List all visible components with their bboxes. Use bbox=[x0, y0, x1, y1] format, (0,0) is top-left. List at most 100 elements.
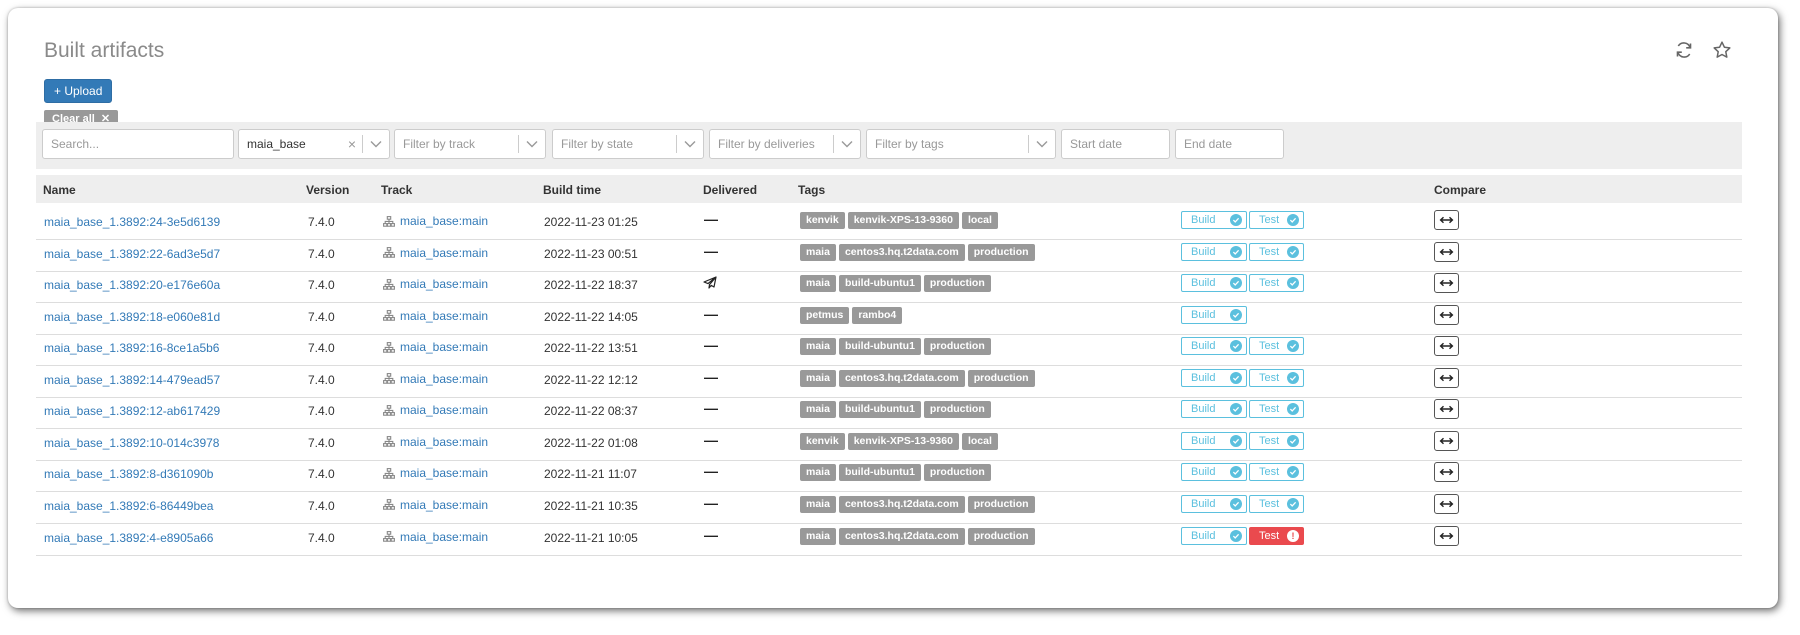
artifact-build-time: 2022-11-22 01:08 bbox=[544, 435, 638, 450]
compare-button[interactable] bbox=[1434, 493, 1459, 514]
check-circle-icon bbox=[1287, 245, 1299, 258]
artifact-name-link[interactable]: maia_base_1.3892:10-014c3978 bbox=[44, 436, 219, 450]
test-status-badge[interactable]: Test bbox=[1249, 274, 1304, 293]
project-select[interactable]: maia_base × bbox=[238, 129, 390, 159]
tag-badge: maia bbox=[800, 527, 836, 545]
test-status-badge[interactable]: Test bbox=[1249, 211, 1304, 229]
build-status-badge[interactable]: Build bbox=[1181, 305, 1247, 324]
build-status-label: Build bbox=[1191, 340, 1216, 353]
artifact-track: maia_base:main bbox=[383, 372, 488, 386]
delivered-status: — bbox=[704, 242, 718, 259]
track-link[interactable]: maia_base:main bbox=[400, 309, 488, 323]
compare-button[interactable] bbox=[1434, 399, 1459, 420]
track-link[interactable]: maia_base:main bbox=[400, 277, 488, 291]
test-status-badge[interactable]: Test bbox=[1249, 242, 1304, 261]
end-date-input[interactable]: End date bbox=[1175, 129, 1284, 159]
compare-button[interactable] bbox=[1434, 430, 1459, 451]
header-name[interactable]: Name bbox=[43, 183, 76, 197]
chevron-down-icon[interactable] bbox=[519, 140, 545, 148]
tag-badge: maia bbox=[800, 243, 836, 261]
test-status-label: Test bbox=[1259, 466, 1280, 479]
compare-button[interactable] bbox=[1434, 273, 1459, 294]
compare-button[interactable] bbox=[1434, 462, 1459, 483]
track-link[interactable]: maia_base:main bbox=[400, 466, 488, 480]
artifact-build-time: 2022-11-23 00:51 bbox=[544, 246, 638, 261]
artifact-name-link[interactable]: maia_base_1.3892:12-ab617429 bbox=[44, 404, 220, 418]
tags-filter-select[interactable]: Filter by tags bbox=[866, 129, 1056, 159]
artifact-name-link[interactable]: maia_base_1.3892:14-479ead57 bbox=[44, 373, 220, 387]
artifact-name-link[interactable]: maia_base_1.3892:24-3e5d6139 bbox=[44, 215, 220, 229]
compare-arrows-icon bbox=[1439, 248, 1454, 256]
build-status-badge[interactable]: Build bbox=[1181, 463, 1247, 482]
test-status-badge[interactable]: Test bbox=[1249, 431, 1304, 450]
tag-badge: kenvik-XPS-13-9360 bbox=[847, 212, 959, 229]
build-status-badge[interactable]: Build bbox=[1181, 431, 1247, 450]
track-link[interactable]: maia_base:main bbox=[400, 372, 488, 386]
sitemap-icon bbox=[383, 404, 395, 416]
track-link[interactable]: maia_base:main bbox=[400, 246, 488, 260]
check-circle-icon bbox=[1287, 497, 1299, 510]
tag-badge: build-ubuntu1 bbox=[838, 338, 921, 356]
track-link[interactable]: maia_base:main bbox=[400, 340, 488, 354]
build-status-label: Build bbox=[1191, 434, 1216, 447]
star-icon[interactable] bbox=[1710, 38, 1734, 62]
build-status-badge[interactable]: Build bbox=[1181, 274, 1247, 293]
state-filter-select[interactable]: Filter by state bbox=[552, 129, 704, 159]
tag-badge: build-ubuntu1 bbox=[838, 275, 921, 293]
tag-badge: production bbox=[923, 275, 991, 293]
test-status-badge[interactable]: Test! bbox=[1249, 526, 1304, 545]
header-track[interactable]: Track bbox=[381, 183, 412, 197]
check-circle-icon bbox=[1287, 277, 1299, 290]
compare-button[interactable] bbox=[1434, 336, 1459, 357]
artifact-name-link[interactable]: maia_base_1.3892:20-e176e60a bbox=[44, 278, 220, 292]
build-status-badge[interactable]: Build bbox=[1181, 211, 1247, 229]
artifact-name-link[interactable]: maia_base_1.3892:6-86449bea bbox=[44, 499, 213, 513]
compare-button[interactable] bbox=[1434, 241, 1459, 262]
test-status-badge[interactable]: Test bbox=[1249, 463, 1304, 482]
build-status-badge[interactable]: Build bbox=[1181, 368, 1247, 387]
compare-button[interactable] bbox=[1434, 304, 1459, 325]
header-delivered[interactable]: Delivered bbox=[703, 183, 757, 197]
clear-selection-icon[interactable]: × bbox=[342, 136, 362, 152]
tag-badge: local bbox=[961, 432, 998, 450]
artifact-name-link[interactable]: maia_base_1.3892:8-d361090b bbox=[44, 467, 213, 481]
artifact-name-link[interactable]: maia_base_1.3892:22-6ad3e5d7 bbox=[44, 247, 220, 261]
track-link[interactable]: maia_base:main bbox=[400, 498, 488, 512]
compare-button[interactable] bbox=[1434, 367, 1459, 388]
compare-button[interactable] bbox=[1434, 525, 1459, 546]
chevron-down-icon[interactable] bbox=[1029, 140, 1055, 148]
artifact-name-link[interactable]: maia_base_1.3892:18-e060e81d bbox=[44, 310, 220, 324]
tag-badge: maia bbox=[800, 495, 836, 513]
delivered-status: — bbox=[704, 463, 718, 480]
build-status-badge[interactable]: Build bbox=[1181, 242, 1247, 261]
track-filter-select[interactable]: Filter by track bbox=[394, 129, 546, 159]
track-link[interactable]: maia_base:main bbox=[400, 435, 488, 449]
build-status-badge[interactable]: Build bbox=[1181, 494, 1247, 513]
header-build-time[interactable]: Build time bbox=[543, 183, 601, 197]
build-status-badge[interactable]: Build bbox=[1181, 337, 1247, 356]
chevron-down-icon[interactable] bbox=[363, 140, 389, 148]
check-circle-icon bbox=[1230, 466, 1242, 479]
build-status-label: Build bbox=[1191, 466, 1216, 479]
chevron-down-icon[interactable] bbox=[834, 140, 860, 148]
track-link[interactable]: maia_base:main bbox=[400, 403, 488, 417]
upload-button[interactable]: + Upload bbox=[44, 79, 113, 103]
test-status-badge[interactable]: Test bbox=[1249, 368, 1304, 387]
build-status-badge[interactable]: Build bbox=[1181, 526, 1247, 545]
test-status-badge[interactable]: Test bbox=[1249, 400, 1304, 419]
tag-badge: centos3.hq.t2data.com bbox=[838, 495, 965, 513]
search-input[interactable]: Search... bbox=[42, 129, 234, 159]
artifact-name-link[interactable]: maia_base_1.3892:16-8ce1a5b6 bbox=[44, 341, 219, 355]
start-date-input[interactable]: Start date bbox=[1061, 129, 1170, 159]
compare-button[interactable] bbox=[1434, 210, 1459, 230]
artifact-name-link[interactable]: maia_base_1.3892:4-e8905a66 bbox=[44, 531, 213, 545]
header-version[interactable]: Version bbox=[306, 183, 349, 197]
chevron-down-icon[interactable] bbox=[677, 140, 703, 148]
deliveries-filter-select[interactable]: Filter by deliveries bbox=[709, 129, 861, 159]
track-link[interactable]: maia_base:main bbox=[400, 530, 488, 544]
track-link[interactable]: maia_base:main bbox=[400, 214, 488, 228]
build-status-badge[interactable]: Build bbox=[1181, 400, 1247, 419]
refresh-icon[interactable] bbox=[1672, 38, 1696, 62]
test-status-badge[interactable]: Test bbox=[1249, 337, 1304, 356]
test-status-badge[interactable]: Test bbox=[1249, 494, 1304, 513]
